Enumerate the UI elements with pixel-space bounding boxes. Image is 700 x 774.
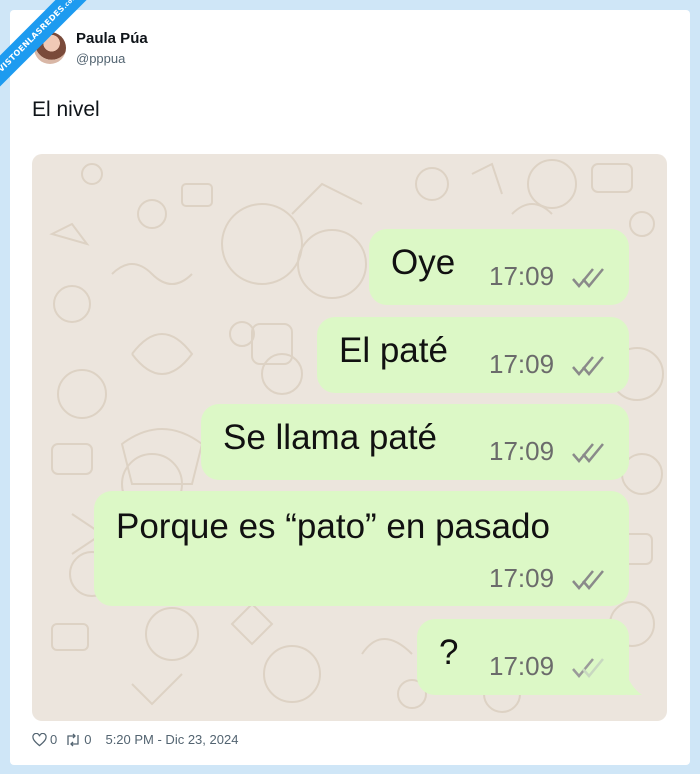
message-bubble[interactable]: Porque es “pato” en pasado 17:09 xyxy=(94,491,629,606)
chat-screenshot[interactable]: Oye 17:09 El paté 17:09 Se llama paté 17… xyxy=(32,154,667,721)
like-count: 0 xyxy=(50,732,58,747)
message-bubble[interactable]: El paté 17:09 xyxy=(317,317,629,393)
watermark-suffix: .com xyxy=(61,0,79,11)
message-text: Porque es “pato” en pasado xyxy=(116,507,550,546)
message-bubble[interactable]: Se llama paté 17:09 xyxy=(201,404,629,480)
author-handle[interactable]: @pppua xyxy=(76,51,125,66)
retweet-stat[interactable]: 0 xyxy=(65,732,91,747)
message-bubble[interactable]: ? 17:09 xyxy=(417,619,629,695)
tweet-card: Paula Púa @pppua El nivel Oye 17:09 El p… xyxy=(10,10,690,765)
bubble-tail xyxy=(627,676,642,695)
message-time: 17:09 xyxy=(489,349,555,379)
retweet-count: 0 xyxy=(84,732,92,747)
retweet-icon xyxy=(67,733,79,746)
message-time: 17:09 xyxy=(489,436,555,466)
message-time: 17:09 xyxy=(489,261,555,291)
message-text: El paté xyxy=(339,331,448,370)
author-name[interactable]: Paula Púa xyxy=(76,30,148,47)
heart-icon xyxy=(32,732,47,746)
message-text: ? xyxy=(439,633,459,672)
read-check-icon xyxy=(572,356,604,376)
like-stat[interactable]: 0 xyxy=(32,732,57,747)
delivered-check-icon xyxy=(572,658,604,678)
tweet-timestamp[interactable]: 5:20 PM - Dic 23, 2024 xyxy=(105,732,238,747)
read-check-icon xyxy=(572,570,604,590)
read-check-icon xyxy=(572,443,604,463)
tweet-text: El nivel xyxy=(32,98,100,121)
read-check-icon xyxy=(572,268,604,288)
message-bubble[interactable]: Oye 17:09 xyxy=(369,229,629,305)
message-text: Oye xyxy=(391,243,456,282)
message-time: 17:09 xyxy=(489,651,555,681)
message-time: 17:09 xyxy=(489,563,555,593)
message-text: Se llama paté xyxy=(223,418,438,457)
tweet-footer: 0 0 5:20 PM - Dic 23, 2024 xyxy=(32,732,238,747)
